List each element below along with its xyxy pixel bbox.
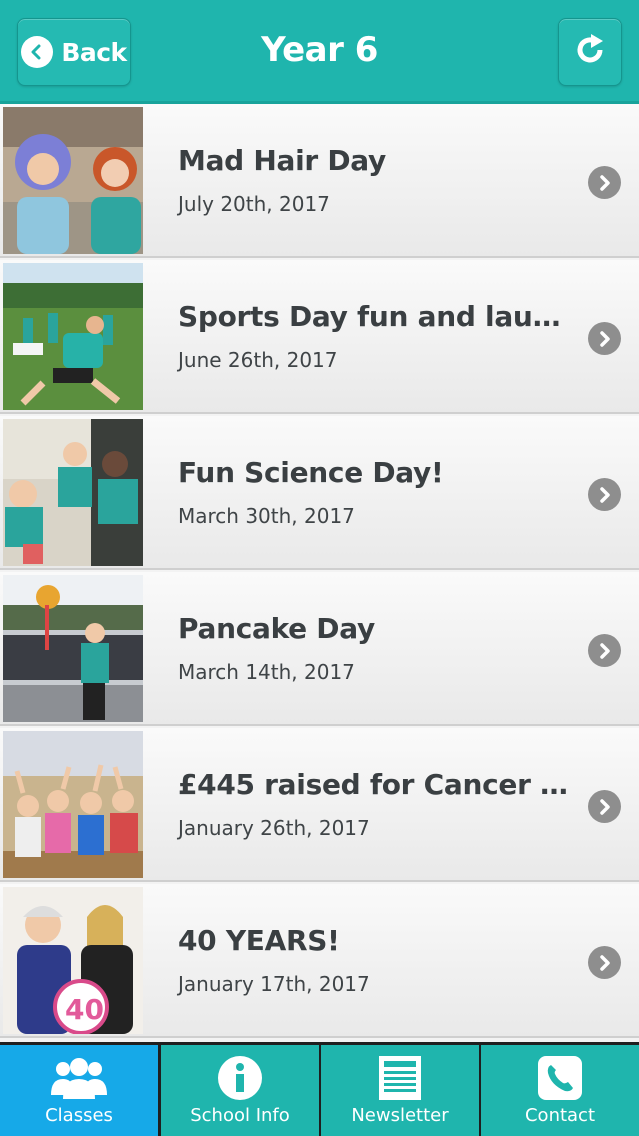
svg-text:40: 40 (65, 993, 104, 1026)
tab-label: Contact (524, 1105, 596, 1126)
item-thumbnail (3, 575, 143, 722)
item-date: March 30th, 2017 (178, 504, 355, 528)
item-date: January 17th, 2017 (178, 972, 370, 996)
tab-label: Classes (45, 1105, 113, 1126)
chevron-right-icon (588, 790, 621, 823)
item-title: £445 raised for Cancer charity (178, 768, 578, 801)
item-thumbnail: 40 (3, 887, 143, 1034)
item-title: Pancake Day (178, 612, 375, 645)
item-thumbnail (3, 107, 143, 254)
chevron-right-icon (588, 322, 621, 355)
newspaper-icon (378, 1053, 422, 1103)
list-item[interactable]: Mad Hair Day July 20th, 2017 (0, 104, 639, 258)
item-thumbnail (3, 263, 143, 410)
item-title: Sports Day fun and laughter (178, 300, 578, 333)
tab-contact[interactable]: Contact (481, 1045, 639, 1136)
info-icon (217, 1053, 263, 1103)
refresh-button[interactable] (558, 18, 622, 86)
chevron-right-icon (588, 634, 621, 667)
chevron-right-icon (588, 478, 621, 511)
item-title: 40 YEARS! (178, 924, 340, 957)
refresh-icon (572, 32, 608, 72)
bottom-tab-bar: Classes School Info Newsletter Contact (0, 1042, 639, 1136)
chevron-right-icon (588, 166, 621, 199)
header-bar: Back Year 6 (0, 0, 639, 104)
page-title: Year 6 (261, 30, 378, 70)
item-title: Mad Hair Day (178, 144, 386, 177)
item-thumbnail (3, 731, 143, 878)
item-date: March 14th, 2017 (178, 660, 355, 684)
list-item[interactable]: Pancake Day March 14th, 2017 (0, 572, 639, 726)
phone-icon (537, 1053, 583, 1103)
tab-label: School Info (190, 1105, 290, 1126)
item-date: January 26th, 2017 (178, 816, 370, 840)
list-item[interactable]: Sports Day fun and laughter June 26th, 2… (0, 260, 639, 414)
item-date: June 26th, 2017 (178, 348, 338, 372)
item-title: Fun Science Day! (178, 456, 444, 489)
tab-school-info[interactable]: School Info (161, 1045, 319, 1136)
tab-classes[interactable]: Classes (0, 1045, 158, 1136)
item-date: July 20th, 2017 (178, 192, 330, 216)
tab-label: Newsletter (351, 1105, 449, 1126)
tab-newsletter[interactable]: Newsletter (321, 1045, 479, 1136)
list-item[interactable]: 40 40 YEARS! January 17th, 2017 (0, 884, 639, 1038)
list-item[interactable]: Fun Science Day! March 30th, 2017 (0, 416, 639, 570)
item-thumbnail (3, 419, 143, 566)
list-item[interactable]: £445 raised for Cancer charity January 2… (0, 728, 639, 882)
chevron-right-icon (588, 946, 621, 979)
people-icon (51, 1053, 107, 1103)
